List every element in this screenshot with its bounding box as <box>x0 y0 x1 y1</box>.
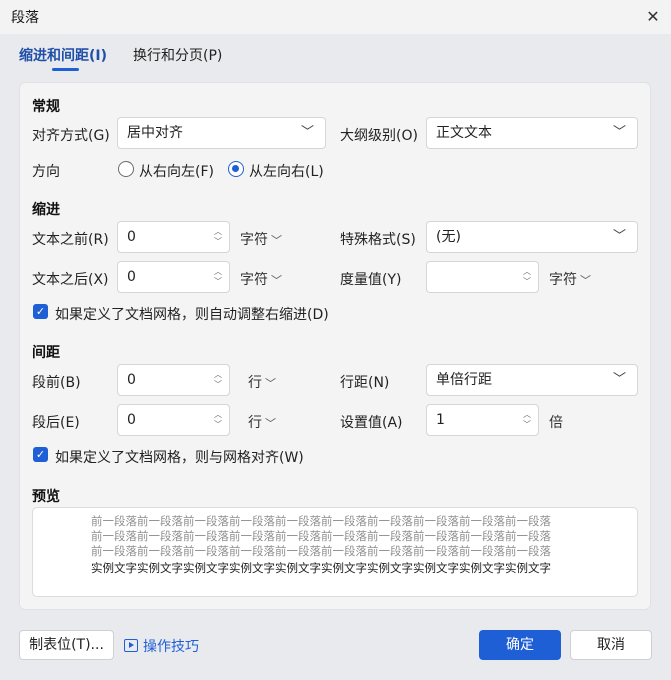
preview-prev-line: 前一段落前一段落前一段落前一段落前一段落前一段落前一段落前一段落前一段落前一段落 <box>91 544 551 558</box>
chevron-down-icon: ﹀ <box>612 229 626 244</box>
chevron-down-icon: ﹀ <box>265 377 276 390</box>
special-format-select[interactable]: (无) ﹀ <box>426 221 638 253</box>
tab-line-page-breaks[interactable]: 换行和分页(P) <box>133 45 222 65</box>
setting-value-label: 设置值(A) <box>340 415 403 431</box>
chevron-down-icon: ﹀ <box>300 125 314 140</box>
rtl-radio-label[interactable]: 从右向左(F) <box>139 161 214 181</box>
chevron-down-icon[interactable]: ﹀ <box>522 278 532 286</box>
indent-after-unit: 字符 <box>240 272 268 288</box>
measure-unit: 字符 <box>549 272 577 288</box>
chevron-up-icon[interactable]: ︿ <box>213 268 223 276</box>
tips-link[interactable]: 操作技巧 <box>124 636 199 656</box>
preview-box: 前一段落前一段落前一段落前一段落前一段落前一段落前一段落前一段落前一段落前一段落… <box>32 507 638 597</box>
section-preview-heading: 预览 <box>32 489 60 505</box>
active-tab-indicator <box>52 68 79 71</box>
alignment-value: 居中对齐 <box>127 125 183 141</box>
spacing-after-stepper[interactable]: 0 ︿ ﹀ <box>117 404 230 436</box>
indent-before-stepper[interactable]: 0 ︿ ﹀ <box>117 221 230 253</box>
preview-prev-line: 前一段落前一段落前一段落前一段落前一段落前一段落前一段落前一段落前一段落前一段落 <box>91 529 551 543</box>
direction-label: 方向 <box>32 164 60 180</box>
rtl-radio[interactable] <box>118 161 134 177</box>
measure-stepper[interactable]: ︿ ﹀ <box>426 261 539 293</box>
snap-to-grid-label[interactable]: 如果定义了文档网格，则与网格对齐(W) <box>55 447 304 467</box>
spacing-after-unit-dropdown[interactable]: 行 ﹀ <box>248 412 276 432</box>
line-spacing-label: 行距(N) <box>340 375 390 391</box>
chevron-down-icon[interactable]: ﹀ <box>213 278 223 286</box>
spacing-before-stepper[interactable]: 0 ︿ ﹀ <box>117 364 230 396</box>
line-spacing-select[interactable]: 单倍行距 ﹀ <box>426 364 638 396</box>
chevron-down-icon[interactable]: ﹀ <box>213 381 223 389</box>
ltr-radio[interactable] <box>228 161 244 177</box>
spacing-after-label: 段后(E) <box>32 415 80 431</box>
section-general-heading: 常规 <box>32 99 60 115</box>
auto-adjust-indent-label[interactable]: 如果定义了文档网格，则自动调整右缩进(D) <box>55 304 329 324</box>
indent-before-value: 0 <box>127 229 136 245</box>
indent-before-unit-dropdown[interactable]: 字符 ﹀ <box>240 229 282 249</box>
chevron-up-icon[interactable]: ︿ <box>213 371 223 379</box>
preview-prev-line: 前一段落前一段落前一段落前一段落前一段落前一段落前一段落前一段落前一段落前一段落 <box>91 514 551 528</box>
tips-link-label: 操作技巧 <box>143 639 199 655</box>
chevron-down-icon: ﹀ <box>271 274 282 287</box>
ok-button[interactable]: 确定 <box>479 630 561 660</box>
spacing-before-unit-dropdown[interactable]: 行 ﹀ <box>248 372 276 392</box>
setting-value: 1 <box>436 412 445 428</box>
ltr-radio-label[interactable]: 从左向右(L) <box>249 161 324 181</box>
snap-to-grid-checkbox[interactable]: ✓ <box>33 447 48 462</box>
title-bar: 段落 ✕ <box>0 0 671 34</box>
spacing-after-unit: 行 <box>248 415 262 431</box>
measure-unit-dropdown[interactable]: 字符 ﹀ <box>549 269 591 289</box>
close-icon[interactable]: ✕ <box>637 2 669 32</box>
chevron-down-icon: ﹀ <box>265 417 276 430</box>
alignment-select[interactable]: 居中对齐 ﹀ <box>117 117 326 149</box>
indent-after-label: 文本之后(X) <box>32 272 109 288</box>
spacing-before-label: 段前(B) <box>32 375 81 391</box>
chevron-down-icon: ﹀ <box>612 372 626 387</box>
chevron-up-icon[interactable]: ︿ <box>522 411 532 419</box>
chevron-up-icon[interactable]: ︿ <box>522 268 532 276</box>
dialog-title: 段落 <box>11 10 39 26</box>
spacing-before-value: 0 <box>127 372 136 388</box>
indent-before-unit: 字符 <box>240 232 268 248</box>
measure-label: 度量值(Y) <box>340 272 402 288</box>
auto-adjust-indent-checkbox[interactable]: ✓ <box>33 304 48 319</box>
indent-after-value: 0 <box>127 269 136 285</box>
play-icon <box>124 639 138 652</box>
outline-level-value: 正文文本 <box>436 125 492 141</box>
chevron-up-icon[interactable]: ︿ <box>213 411 223 419</box>
tabs-button[interactable]: 制表位(T)... <box>19 630 114 660</box>
section-indent-heading: 缩进 <box>32 202 60 218</box>
setting-value-stepper[interactable]: 1 ︿ ﹀ <box>426 404 539 436</box>
chevron-down-icon: ﹀ <box>612 125 626 140</box>
indent-before-label: 文本之前(R) <box>32 232 109 248</box>
alignment-label: 对齐方式(G) <box>32 128 110 144</box>
spacing-before-unit: 行 <box>248 375 262 391</box>
outline-level-select[interactable]: 正文文本 ﹀ <box>426 117 638 149</box>
outline-level-label: 大纲级别(O) <box>340 128 418 144</box>
preview-sample-line: 实例文字实例文字实例文字实例文字实例文字实例文字实例文字实例文字实例文字实例文字 <box>91 561 551 575</box>
chevron-down-icon: ﹀ <box>271 234 282 247</box>
setting-value-unit: 倍 <box>549 415 563 431</box>
chevron-down-icon: ﹀ <box>580 274 591 287</box>
chevron-down-icon[interactable]: ﹀ <box>213 238 223 246</box>
special-format-value: (无) <box>436 229 461 245</box>
indent-after-unit-dropdown[interactable]: 字符 ﹀ <box>240 269 282 289</box>
spacing-after-value: 0 <box>127 412 136 428</box>
tab-indent-spacing[interactable]: 缩进和间距(I) <box>19 45 107 65</box>
special-format-label: 特殊格式(S) <box>340 232 416 248</box>
chevron-down-icon[interactable]: ﹀ <box>213 421 223 429</box>
chevron-down-icon[interactable]: ﹀ <box>522 421 532 429</box>
indent-after-stepper[interactable]: 0 ︿ ﹀ <box>117 261 230 293</box>
section-spacing-heading: 间距 <box>32 345 60 361</box>
chevron-up-icon[interactable]: ︿ <box>213 228 223 236</box>
cancel-button[interactable]: 取消 <box>570 630 652 660</box>
line-spacing-value: 单倍行距 <box>436 372 492 388</box>
